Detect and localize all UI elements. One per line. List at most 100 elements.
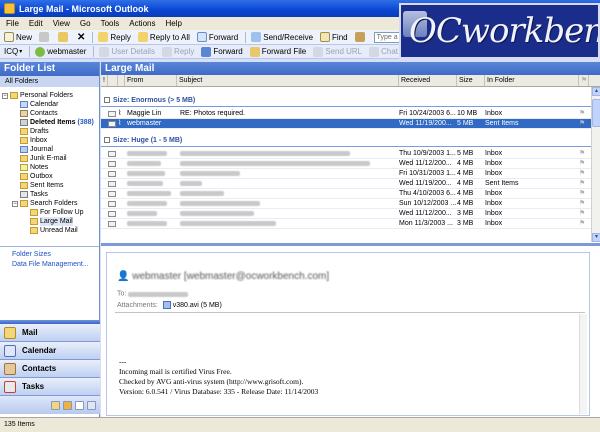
folder-junk-email[interactable]: Junk E-mail — [20, 154, 67, 163]
folder-journal[interactable]: Journal — [20, 145, 53, 154]
reading-pane-scrollbar[interactable] — [579, 314, 587, 414]
forward-file-button[interactable]: Forward File — [249, 46, 306, 57]
table-row[interactable]: Thu 4/10/2003 6... 4 MB Inbox ⚑ — [101, 189, 591, 199]
folder-notes[interactable]: Notes — [20, 163, 48, 172]
print-button[interactable] — [39, 32, 51, 42]
icq-reply-button[interactable]: Reply — [161, 46, 194, 57]
table-row[interactable]: Wed 11/12/200... 3 MB Inbox ⚑ — [101, 209, 591, 219]
icon-column-header[interactable] — [108, 75, 118, 86]
flag-icon[interactable]: ⚑ — [579, 169, 589, 178]
menu-edit[interactable]: Edit — [29, 19, 43, 28]
scroll-down-arrow-icon[interactable]: ▾ — [592, 233, 600, 242]
search-folder-icon — [20, 200, 28, 207]
collapse-icon[interactable]: − — [12, 200, 18, 207]
importance-column-header[interactable]: ! — [101, 75, 108, 86]
folder-inbox[interactable]: Inbox — [20, 136, 47, 145]
menu-go[interactable]: Go — [80, 19, 91, 28]
flag-icon[interactable]: ⚑ — [579, 189, 589, 198]
scrollbar-thumb[interactable] — [592, 99, 600, 127]
icq-button[interactable]: ICQ ▾ — [4, 47, 22, 56]
subject-column-header[interactable]: Subject — [177, 75, 399, 86]
group-header-enormous[interactable]: Size: Enormous (> 5 MB) — [101, 95, 591, 107]
reply-all-button[interactable]: Reply to All — [137, 32, 190, 42]
menu-file[interactable]: File — [6, 19, 19, 28]
data-file-management-link[interactable]: Data File Management... — [0, 260, 99, 270]
table-row[interactable]: Mon 11/3/2003 ... 3 MB Inbox ⚑ — [101, 219, 591, 229]
shortcuts-icon[interactable] — [75, 400, 84, 410]
user-details-button[interactable]: User Details — [99, 46, 155, 57]
scroll-up-arrow-icon[interactable]: ▴ — [592, 87, 600, 96]
menu-view[interactable]: View — [53, 19, 70, 28]
group-header-huge[interactable]: Size: Huge (1 - 5 MB) — [101, 135, 591, 147]
contacts-icon — [4, 362, 16, 375]
window-title: Large Mail - Microsoft Outlook — [19, 3, 149, 14]
folder-unread-mail[interactable]: Unread Mail — [30, 226, 78, 235]
flag-icon[interactable]: ⚑ — [579, 179, 589, 188]
size-column-header[interactable]: Size — [457, 75, 485, 86]
folder-large-mail[interactable]: Large Mail — [30, 217, 73, 226]
flag-icon[interactable]: ⚑ — [579, 199, 589, 208]
table-row[interactable]: Thu 10/9/2003 1... 5 MB Inbox ⚑ — [101, 149, 591, 159]
folder-personal-folders[interactable]: − Personal Folders — [2, 91, 73, 100]
reply-button[interactable]: Reply — [98, 32, 131, 42]
folder-tasks[interactable]: Tasks — [20, 190, 48, 199]
folder-for-follow-up[interactable]: For Follow Up — [30, 208, 84, 217]
reading-pane: 👤 webmaster [webmaster@ocworkbench.com] … — [101, 243, 600, 417]
table-row[interactable]: Wed 11/12/200... 4 MB Inbox ⚑ — [101, 159, 591, 169]
address-book-button[interactable] — [354, 32, 367, 42]
new-button[interactable]: New — [4, 32, 32, 42]
delete-button[interactable]: ✕ — [77, 32, 85, 43]
redacted-sender — [127, 171, 165, 176]
send-receive-button[interactable]: Send/Receive — [251, 32, 313, 42]
folder-search-folders[interactable]: − Search Folders — [12, 199, 77, 208]
send-url-button[interactable]: Send URL — [313, 46, 362, 57]
collapse-icon[interactable]: − — [2, 92, 8, 99]
collapse-icon[interactable] — [104, 97, 110, 104]
nav-tasks-button[interactable]: Tasks — [0, 378, 100, 396]
move-button[interactable] — [58, 32, 70, 42]
table-row[interactable]: Sun 10/12/2003 ... 4 MB Inbox ⚑ — [101, 199, 591, 209]
folder-deleted-items[interactable]: Deleted Items (388) — [20, 118, 94, 127]
flag-icon[interactable]: ⚑ — [579, 149, 589, 158]
sender-icon: 👤 — [117, 271, 130, 282]
notes-shortcut-icon[interactable] — [51, 400, 60, 410]
table-row-selected[interactable]: ⌇ webmaster Wed 11/19/200... 5 MB Sent I… — [101, 119, 591, 129]
toolbar-separator — [245, 31, 247, 43]
attachment-column-header[interactable] — [118, 75, 125, 86]
flag-icon[interactable]: ⚑ — [579, 209, 589, 218]
flag-icon[interactable]: ⚑ — [579, 109, 589, 118]
received-column-header[interactable]: Received — [399, 75, 457, 86]
folder-sent-items[interactable]: Sent Items — [20, 181, 63, 190]
folder-contacts[interactable]: Contacts — [20, 109, 58, 118]
video-file-icon — [162, 301, 171, 309]
configure-buttons-icon[interactable] — [87, 400, 96, 410]
menu-help[interactable]: Help — [165, 19, 181, 28]
nav-calendar-button[interactable]: Calendar — [0, 342, 100, 360]
flag-icon[interactable]: ⚑ — [579, 219, 589, 228]
menu-tools[interactable]: Tools — [101, 19, 120, 28]
nav-contacts-button[interactable]: Contacts — [0, 360, 100, 378]
in-folder-column-header[interactable]: In Folder — [485, 75, 579, 86]
folder-calendar[interactable]: Calendar — [20, 100, 58, 109]
attachment-link[interactable]: v380.avi (5 MB) — [173, 302, 222, 309]
find-button[interactable]: Find — [320, 32, 348, 42]
icq-user-button[interactable]: webmaster — [35, 46, 86, 57]
forward-button[interactable]: Forward — [196, 32, 238, 42]
icq-forward-button[interactable]: Forward — [201, 46, 243, 57]
redacted-sender — [127, 151, 167, 156]
collapse-icon[interactable] — [104, 137, 110, 144]
flag-icon[interactable]: ⚑ — [579, 159, 589, 168]
table-row[interactable]: Wed 11/19/200... 4 MB Sent Items ⚑ — [101, 179, 591, 189]
flag-icon[interactable]: ⚑ — [579, 119, 589, 128]
table-row[interactable]: ⌇ Maggie Lin RE: Photos required. Fri 10… — [101, 109, 591, 119]
folder-sizes-link[interactable]: Folder Sizes — [0, 250, 99, 260]
flag-column-header[interactable]: ⚑ — [579, 75, 589, 86]
nav-mail-button[interactable]: Mail — [0, 324, 100, 342]
menu-actions[interactable]: Actions — [129, 19, 155, 28]
from-column-header[interactable]: From — [125, 75, 177, 86]
folder-list-shortcut-icon[interactable] — [63, 400, 72, 410]
table-row[interactable]: Fri 10/31/2003 1... 4 MB Inbox ⚑ — [101, 169, 591, 179]
folder-drafts[interactable]: Drafts — [20, 127, 49, 136]
message-list-scrollbar[interactable]: ▴ ▾ — [591, 87, 600, 242]
folder-outbox[interactable]: Outbox — [20, 172, 53, 181]
